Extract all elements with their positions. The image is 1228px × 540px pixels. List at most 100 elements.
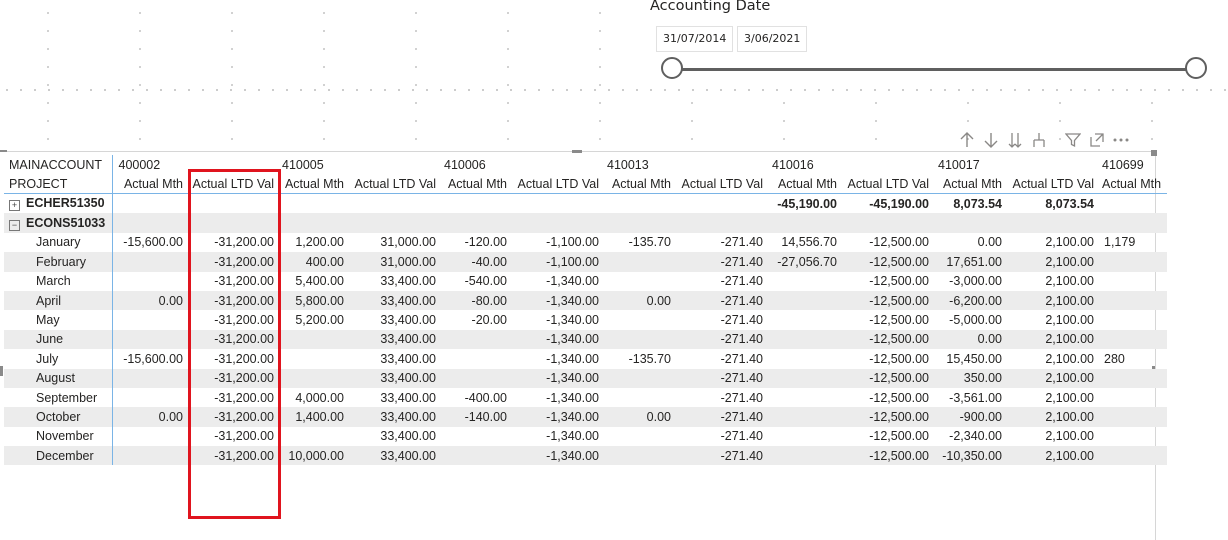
date-range-slider-track[interactable] — [672, 68, 1196, 71]
resize-handle-left[interactable] — [0, 366, 3, 376]
row-header-month[interactable]: March — [4, 271, 113, 291]
row-header-month[interactable]: May — [4, 310, 113, 330]
row-header-group[interactable]: + ECHER51350 — [4, 193, 113, 214]
matrix-cell — [769, 272, 843, 291]
row-header-month[interactable]: August — [4, 368, 113, 388]
table-row: July -15,600.00 -31,200.00 33,400.00 -1,340.… — [4, 349, 1167, 369]
measure-header[interactable]: Actual Mth — [1100, 174, 1168, 194]
matrix-cell — [1100, 446, 1168, 466]
matrix-cell: -271.40 — [720, 429, 763, 444]
group-label: ECHER51350 — [26, 196, 105, 211]
resize-handle-top-left[interactable] — [0, 150, 7, 152]
matrix-cell: -1,340.00 — [513, 329, 605, 350]
matrix-cell — [1100, 252, 1168, 272]
row-header-group[interactable]: − ECONS51033 — [4, 213, 113, 233]
expand-icon[interactable]: + — [9, 200, 20, 212]
matrix-cell: -271.40 — [677, 329, 769, 350]
matrix-cell: 33,400.00 — [380, 351, 436, 366]
matrix-cell — [280, 329, 350, 350]
account-header[interactable]: 410699 — [1100, 155, 1167, 174]
matrix-cell: 33,400.00 — [350, 368, 442, 388]
matrix-cell: 2,100.00 — [1045, 313, 1094, 328]
group-row-echer51350: + ECHER51350 -45,190.00 -45,190.00 8,073.… — [4, 193, 1167, 214]
matrix-cell — [1100, 388, 1167, 407]
arrow-down-icon[interactable] — [979, 130, 1003, 150]
matrix-cell — [1100, 290, 1168, 311]
more-options-icon[interactable] — [1109, 130, 1133, 150]
month-rows: January -15,600.00 -31,200.00 1,200.00 31,00… — [4, 232, 1168, 466]
matrix-cell — [112, 446, 189, 466]
matrix-cell — [769, 407, 843, 427]
matrix-cell: -12,500.00 — [843, 329, 935, 350]
matrix-cell: 8,073.54 — [1045, 196, 1094, 211]
matrix-cell: -135.70 — [628, 351, 671, 366]
measure-header[interactable]: Actual Mth — [280, 174, 350, 194]
measure-header[interactable]: Actual Mth — [605, 174, 677, 194]
matrix-cell: 33,400.00 — [380, 274, 436, 289]
matrix-cell: 2,100.00 — [1045, 390, 1094, 405]
start-date-input[interactable]: 31/07/2014 — [656, 26, 734, 52]
table-row: May -31,200.00 5,200.00 33,400.00 -20.00 -1,3… — [4, 310, 1167, 330]
matrix-cell — [1100, 368, 1168, 388]
matrix-cell: 2,100.00 — [1008, 252, 1100, 272]
row-header-month[interactable]: April — [4, 290, 113, 311]
focus-mode-icon[interactable] — [1085, 130, 1109, 150]
matrix-cell — [280, 349, 350, 368]
measure-header[interactable]: Actual Mth — [935, 174, 1008, 194]
end-date-input[interactable]: 3/06/2021 — [737, 26, 808, 52]
table-row: September -31,200.00 4,000.00 33,400.00 -400… — [4, 387, 1167, 408]
row-header-title-mainaccount: MAINACCOUNT — [4, 155, 113, 174]
measure-header[interactable]: Actual LTD Val — [1008, 174, 1100, 194]
matrix-cell — [605, 368, 677, 388]
matrix-cell: -1,340.00 — [546, 313, 599, 328]
double-arrow-down-icon[interactable] — [1003, 130, 1027, 150]
measure-header[interactable]: Actual LTD Val — [350, 174, 442, 194]
table-row: August -31,200.00 33,400.00 -1,340.00 -271.4… — [4, 368, 1168, 388]
matrix-cell: -2,340.00 — [949, 429, 1002, 444]
matrix-cell: 2,100.00 — [1045, 274, 1094, 289]
measure-header[interactable]: Actual LTD Val — [843, 174, 935, 194]
matrix-cell: -900.00 — [935, 407, 1008, 427]
measure-header[interactable]: Actual Mth — [112, 174, 189, 194]
measure-header[interactable]: Actual LTD Val — [677, 174, 769, 194]
row-header-month[interactable]: November — [4, 426, 113, 447]
account-header[interactable]: 410017 — [935, 155, 1100, 174]
row-header-month[interactable]: January — [4, 232, 113, 253]
account-header[interactable]: 410005 — [280, 155, 442, 174]
arrow-up-icon[interactable] — [955, 130, 979, 150]
account-header[interactable]: 410006 — [442, 155, 605, 174]
measure-header[interactable]: Actual Mth — [769, 174, 843, 194]
matrix-cell: -1,340.00 — [546, 274, 599, 289]
row-header-month[interactable]: December — [4, 446, 113, 466]
matrix-cell — [605, 252, 677, 272]
expand-hierarchy-icon[interactable] — [1027, 130, 1051, 150]
matrix-cell: 2,100.00 — [1008, 329, 1100, 350]
slicer-title: Accounting Date — [650, 0, 771, 14]
matrix-cell: 0.00 — [935, 329, 1008, 350]
row-header-month[interactable]: June — [4, 329, 113, 350]
row-header-month[interactable]: July — [4, 349, 113, 369]
row-header-month[interactable]: September — [4, 387, 113, 408]
matrix-cell — [605, 446, 677, 466]
matrix-cell — [442, 427, 513, 446]
collapse-icon[interactable]: − — [9, 219, 20, 231]
matrix-cell: -400.00 — [464, 390, 507, 405]
slider-start-handle[interactable] — [661, 57, 683, 79]
row-header-month[interactable]: February — [4, 252, 113, 272]
resize-handle-top[interactable] — [572, 150, 582, 153]
matrix-cell: -12,500.00 — [869, 274, 929, 289]
slider-end-handle[interactable] — [1185, 57, 1207, 79]
matrix-cell — [605, 272, 677, 291]
row-header-month[interactable]: October — [4, 407, 113, 427]
matrix-cell: -12,500.00 — [869, 235, 929, 250]
matrix-cell: -12,500.00 — [869, 429, 929, 444]
measure-header[interactable]: Actual LTD Val — [513, 174, 605, 194]
account-header[interactable]: 410013 — [605, 155, 769, 174]
filter-icon[interactable] — [1061, 130, 1085, 150]
matrix-cell — [350, 194, 442, 214]
account-header[interactable]: 410016 — [769, 155, 935, 174]
matrix-cell: -1,100.00 — [513, 252, 605, 272]
matrix-cell — [769, 368, 843, 388]
measure-header[interactable]: Actual Mth — [442, 174, 513, 194]
matrix-cell: 2,100.00 — [1045, 429, 1094, 444]
